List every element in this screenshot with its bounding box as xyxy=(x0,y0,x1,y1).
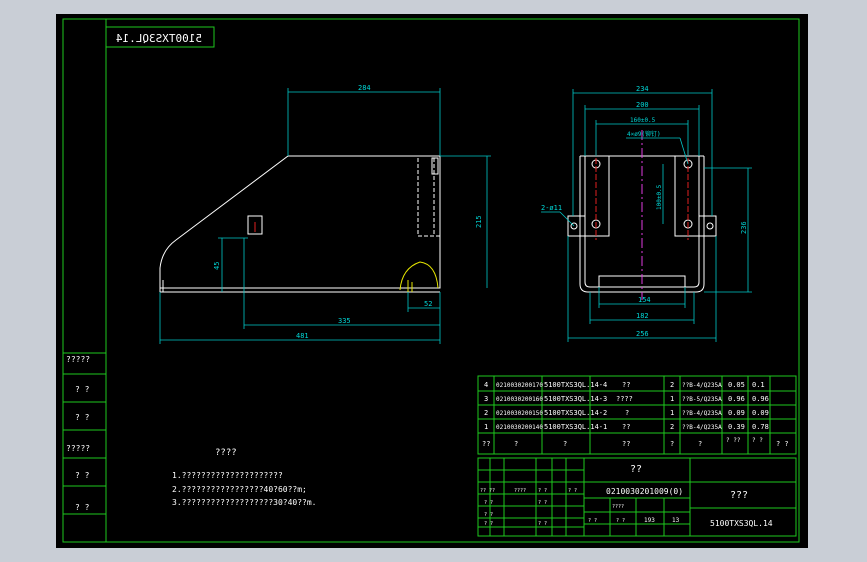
side-dim-256: 256 xyxy=(636,330,649,338)
svg-text:??B-4/Q235A: ??B-4/Q235A xyxy=(682,382,722,389)
front-dim-481: 481 xyxy=(296,332,309,340)
side-dim-160: 160±0.5 xyxy=(630,117,656,124)
svg-text:??: ?? xyxy=(622,440,630,448)
side-dim-236: 236 xyxy=(740,221,748,234)
svg-text:??: ?? xyxy=(622,381,630,389)
svg-text:2: 2 xyxy=(670,423,674,431)
svg-text:? ?: ? ? xyxy=(568,488,577,494)
svg-text:????: ???? xyxy=(612,504,624,510)
svg-text:? ?: ? ? xyxy=(484,512,493,518)
side-dim-100: 100±0.5 xyxy=(656,184,663,210)
left-label-1: ? ? xyxy=(75,385,90,394)
side-dim-182: 182 xyxy=(636,312,649,320)
svg-text:?: ? xyxy=(625,409,629,417)
svg-text:0.96: 0.96 xyxy=(752,395,769,403)
side-dim-234: 234 xyxy=(636,85,649,93)
svg-text:??B-4/Q235A: ??B-4/Q235A xyxy=(682,424,722,431)
svg-text:0.39: 0.39 xyxy=(728,423,745,431)
title-block-drawing-no: 5100TXS3QL.14 xyxy=(710,519,773,528)
svg-text:?: ? xyxy=(698,440,702,448)
svg-text:0210030200160: 0210030200160 xyxy=(496,396,543,403)
svg-text:13: 13 xyxy=(672,517,680,524)
svg-text:0.96: 0.96 xyxy=(728,395,745,403)
svg-text:? ?: ? ? xyxy=(538,500,547,506)
front-dim-height: 215 xyxy=(475,215,483,228)
note-line-2: 2.?????????????????40?60??m; xyxy=(172,485,307,494)
svg-text:5100TXS3QL.14-1: 5100TXS3QL.14-1 xyxy=(544,423,607,431)
svg-text:1: 1 xyxy=(670,409,674,417)
title-block-code: 0210030201009(0) xyxy=(606,487,683,496)
svg-text:?: ? xyxy=(670,440,674,448)
svg-text:????: ???? xyxy=(514,488,526,494)
drawing-canvas: 5100TXS3QL.14 ????? ? ? ? ? ????? ? ? ? … xyxy=(0,0,867,562)
note-line-1: 1.????????????????????? xyxy=(172,471,283,480)
side-callout-rivet: 4×ø9(铆钉) xyxy=(627,130,661,138)
side-callout-ear-hole: 2-ø11 xyxy=(541,204,562,212)
svg-text:? ?: ? ? xyxy=(484,521,493,527)
svg-text:??B-4/Q235A: ??B-4/Q235A xyxy=(682,410,722,417)
svg-text:? ?: ? ? xyxy=(616,518,625,524)
svg-text:1: 1 xyxy=(670,395,674,403)
svg-text:3: 3 xyxy=(484,395,488,403)
mirrored-code-text: 5100TXS3QL.14 xyxy=(116,32,202,45)
svg-text:0.1: 0.1 xyxy=(752,381,765,389)
svg-text:5100TXS3QL.14-3: 5100TXS3QL.14-3 xyxy=(544,395,607,403)
svg-text:? ?: ? ? xyxy=(538,488,547,494)
side-dim-154: 154 xyxy=(638,296,651,304)
svg-text:1: 1 xyxy=(484,423,488,431)
svg-text:? ?: ? ? xyxy=(752,437,763,444)
svg-text:4: 4 xyxy=(484,381,488,389)
svg-text:5100TXS3QL.14-4: 5100TXS3QL.14-4 xyxy=(544,381,607,389)
svg-text:0210030200170: 0210030200170 xyxy=(496,382,543,389)
svg-text:??: ?? xyxy=(482,440,490,448)
left-label-0: ????? xyxy=(66,355,90,364)
svg-text:? ?: ? ? xyxy=(538,521,547,527)
svg-text:? ?: ? ? xyxy=(588,518,597,524)
svg-text:? ?: ? ? xyxy=(776,440,789,448)
front-dim-45: 45 xyxy=(213,262,221,270)
svg-text:0.09: 0.09 xyxy=(752,409,769,417)
left-label-2: ? ? xyxy=(75,413,90,422)
svg-text:?? ??: ?? ?? xyxy=(480,488,495,494)
front-dim-335: 335 xyxy=(338,317,351,325)
svg-text:2: 2 xyxy=(670,381,674,389)
svg-text:193: 193 xyxy=(644,517,655,524)
svg-text:5100TXS3QL.14-2: 5100TXS3QL.14-2 xyxy=(544,409,607,417)
note-line-3: 3.???????????????????30?40??m. xyxy=(172,498,317,507)
front-dim-top: 284 xyxy=(358,84,371,92)
svg-text:2: 2 xyxy=(484,409,488,417)
left-label-5: ? ? xyxy=(75,503,90,512)
title-block-title: ?? xyxy=(630,464,642,475)
svg-text:????: ???? xyxy=(616,395,633,403)
svg-text:?: ? xyxy=(514,440,518,448)
svg-text:0.78: 0.78 xyxy=(752,423,769,431)
svg-text:0.09: 0.09 xyxy=(728,409,745,417)
left-label-4: ? ? xyxy=(75,471,90,480)
svg-text:? ?: ? ? xyxy=(484,500,493,506)
svg-text:? ??: ? ?? xyxy=(726,437,741,444)
left-label-3: ????? xyxy=(66,444,90,453)
svg-text:??: ?? xyxy=(622,423,630,431)
notes-heading: ???? xyxy=(215,448,237,458)
svg-text:?: ? xyxy=(563,440,567,448)
front-dim-52: 52 xyxy=(424,300,432,308)
drawing-sheet xyxy=(56,14,808,548)
svg-text:0210030200150: 0210030200150 xyxy=(496,410,543,417)
svg-text:0.05: 0.05 xyxy=(728,381,745,389)
svg-text:0210030200140: 0210030200140 xyxy=(496,424,543,431)
side-dim-200: 200 xyxy=(636,101,649,109)
title-block-company: ??? xyxy=(730,490,748,501)
svg-text:??B-5/Q235A: ??B-5/Q235A xyxy=(682,396,722,403)
